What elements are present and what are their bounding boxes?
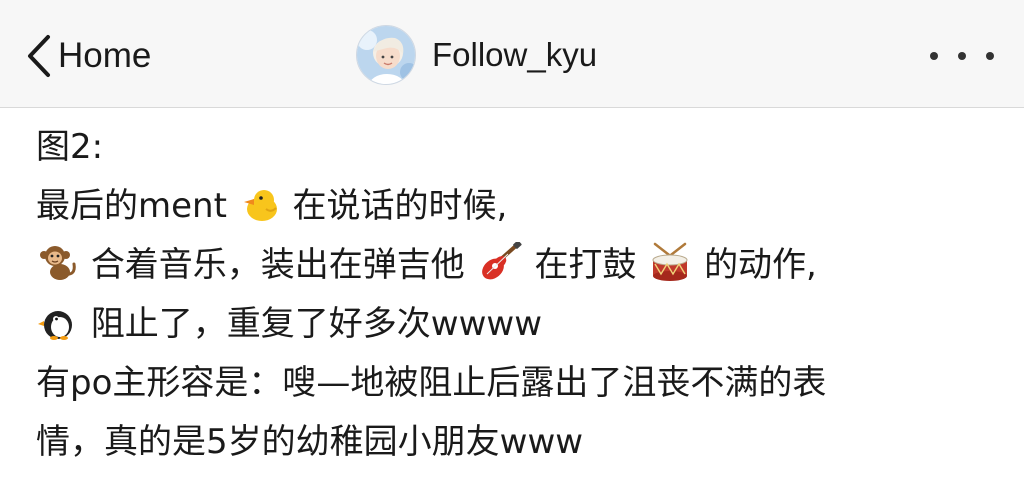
post-text: 情，真的是5岁的幼稚园小朋友www: [36, 422, 584, 462]
more-dot-icon: [986, 52, 994, 60]
more-dot-icon: [958, 52, 966, 60]
post-text: 在打鼓: [534, 245, 637, 285]
post-text: 阻止了，重复了好多次wwww: [90, 304, 543, 344]
post-line: 最后的ment 在说话的时候,: [36, 177, 996, 236]
monkey-emoji-icon: [38, 244, 78, 282]
post-text: 最后的ment: [36, 186, 227, 226]
post-text: 的动作,: [704, 245, 817, 285]
back-label: Home: [58, 36, 152, 75]
chevron-left-icon: [26, 34, 52, 78]
post-line: 情，真的是5岁的幼稚园小朋友www: [36, 413, 996, 472]
chick-emoji-icon: [240, 187, 280, 223]
post-body: 图2: 最后的ment 在说话的时候, 合着音乐，装出在弹吉他 在打鼓 的动作,…: [36, 118, 996, 472]
post-line: 有po主形容是：嗖—地被阻止后露出了沮丧不满的表: [36, 354, 996, 413]
post-line: 图2:: [36, 118, 996, 177]
post-line: 阻止了，重复了好多次wwww: [36, 295, 996, 354]
post-text: 图2:: [36, 127, 104, 167]
more-dot-icon: [930, 52, 938, 60]
post-text: 有po主形容是：嗖—地被阻止后露出了沮丧不满的表: [36, 363, 827, 403]
post-line: 合着音乐，装出在弹吉他 在打鼓 的动作,: [36, 236, 996, 295]
post-text: 合着音乐，装出在弹吉他: [90, 245, 465, 285]
chat-title[interactable]: Follow_kyu: [356, 24, 597, 86]
navigation-bar: Home Follow_kyu: [0, 0, 1024, 108]
more-options-button[interactable]: [930, 44, 994, 68]
post-text: 在说话的时候,: [292, 186, 508, 226]
back-button[interactable]: Home: [26, 28, 151, 84]
guitar-emoji-icon: [478, 242, 522, 282]
penguin-emoji-icon: [38, 303, 78, 341]
screen: Home Follow_kyu 图2: 最后的ment 在说话的时候, 合着音乐…: [0, 0, 1024, 478]
chat-title-text: Follow_kyu: [432, 36, 598, 73]
drum-emoji-icon: [649, 242, 691, 282]
avatar[interactable]: [356, 25, 416, 85]
